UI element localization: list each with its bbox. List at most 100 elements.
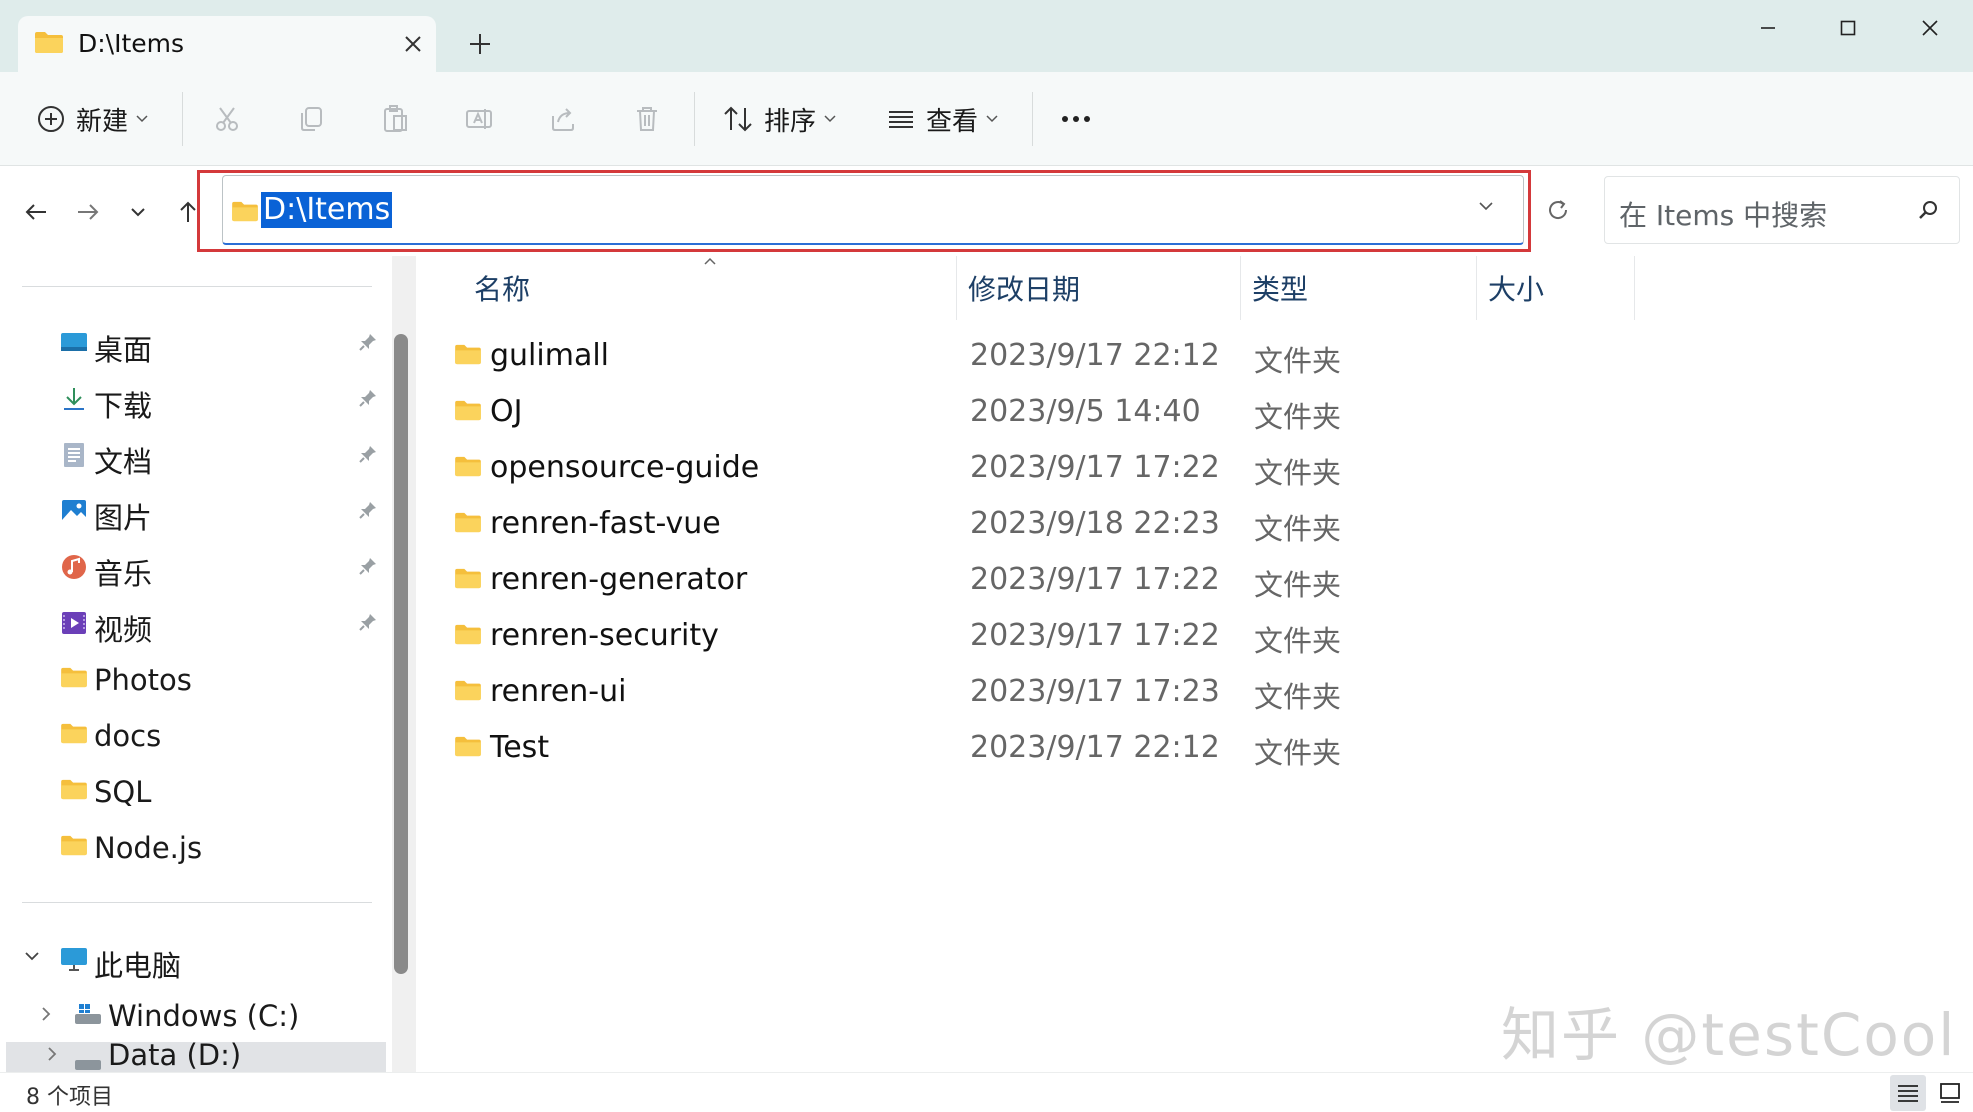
address-bar[interactable]: D:\Items: [222, 175, 1524, 245]
sidebar-item-downloads[interactable]: 下载: [0, 374, 385, 424]
maximize-icon[interactable]: [1818, 10, 1878, 46]
watermark: 知乎 @testCool: [1501, 1001, 1957, 1069]
column-divider[interactable]: [1476, 256, 1477, 320]
videos-icon: [60, 610, 88, 636]
sidebar-item-label: Photos: [94, 663, 192, 697]
file-name: Test: [490, 730, 550, 765]
sidebar-item-nodejs[interactable]: Node.js: [0, 822, 385, 872]
pin-icon[interactable]: [358, 612, 378, 632]
address-row: D:\Items 在 Items 中搜索: [0, 166, 1973, 256]
chevron-down-icon: [824, 115, 836, 123]
table-row[interactable]: Test 2023/9/17 22:12 文件夹: [416, 720, 1616, 776]
navigation-pane: 桌面 下载 文档 图片 音乐 视频 Photos docs SQL Node.j…: [0, 256, 416, 1072]
more-options-button[interactable]: [1060, 96, 1092, 142]
column-header-name[interactable]: 名称: [474, 268, 530, 318]
share-button[interactable]: [548, 96, 578, 142]
new-tab-icon[interactable]: [466, 30, 494, 58]
table-row[interactable]: renren-ui 2023/9/17 17:23 文件夹: [416, 664, 1616, 720]
column-divider[interactable]: [956, 256, 957, 320]
chevron-down-icon[interactable]: [24, 950, 40, 962]
drive-icon: [74, 1002, 102, 1028]
file-modified: 2023/9/17 17:23: [970, 674, 1220, 709]
divider: [22, 286, 372, 287]
sidebar-item-videos[interactable]: 视频: [0, 598, 385, 648]
file-name: gulimall: [490, 338, 610, 373]
sidebar-item-this-pc[interactable]: 此电脑: [0, 934, 385, 984]
chevron-down-icon[interactable]: [1478, 201, 1494, 211]
file-type: 文件夹: [1254, 344, 1342, 378]
column-divider[interactable]: [1240, 256, 1241, 320]
column-header-size[interactable]: 大小: [1488, 268, 1544, 318]
file-name: renren-ui: [490, 674, 627, 709]
table-row[interactable]: OJ 2023/9/5 14:40 文件夹: [416, 384, 1616, 440]
details-view-icon[interactable]: [1890, 1075, 1926, 1111]
chevron-right-icon[interactable]: [46, 1046, 58, 1062]
close-tab-icon[interactable]: [400, 31, 426, 57]
view-label: 查看: [926, 106, 979, 137]
pin-icon[interactable]: [358, 444, 378, 464]
table-row[interactable]: renren-security 2023/9/17 17:22 文件夹: [416, 608, 1616, 664]
folder-icon: [231, 200, 259, 222]
close-window-icon[interactable]: [1900, 10, 1960, 46]
cut-button[interactable]: [212, 96, 242, 142]
file-name: renren-generator: [490, 562, 748, 597]
sidebar-item-photos[interactable]: Photos: [0, 654, 385, 704]
sidebar-item-desktop[interactable]: 桌面: [0, 318, 385, 368]
sidebar-item-pictures[interactable]: 图片: [0, 486, 385, 536]
file-name: OJ: [490, 394, 523, 429]
sidebar-item-drive-d[interactable]: Data (D:): [6, 1038, 386, 1072]
paste-button[interactable]: [380, 96, 410, 142]
column-header-modified[interactable]: 修改日期: [968, 268, 1080, 318]
view-button[interactable]: 查看: [886, 96, 998, 142]
sidebar-item-documents[interactable]: 文档: [0, 430, 385, 480]
sort-icon: [722, 104, 754, 134]
delete-button[interactable]: [632, 96, 662, 142]
new-button[interactable]: 新建: [36, 96, 148, 142]
folder-icon: [34, 30, 64, 54]
file-modified: 2023/9/17 22:12: [970, 338, 1220, 373]
search-icon[interactable]: [1917, 199, 1939, 221]
column-divider[interactable]: [1634, 256, 1635, 320]
chevron-right-icon[interactable]: [40, 1006, 52, 1022]
sidebar-item-label: SQL: [94, 775, 152, 809]
minimize-icon[interactable]: [1738, 10, 1798, 46]
sidebar-scrollbar-thumb[interactable]: [394, 334, 408, 974]
table-row[interactable]: gulimall 2023/9/17 22:12 文件夹: [416, 328, 1616, 384]
tab-items[interactable]: D:\Items: [18, 16, 436, 72]
column-header-type[interactable]: 类型: [1252, 268, 1308, 318]
file-modified: 2023/9/18 22:23: [970, 506, 1220, 541]
pin-icon[interactable]: [358, 500, 378, 520]
sidebar-item-label: Node.js: [94, 831, 203, 865]
forward-arrow-icon[interactable]: [70, 194, 106, 230]
sidebar-item-label: 图片: [94, 501, 153, 535]
refresh-icon[interactable]: [1540, 192, 1576, 228]
search-input[interactable]: 在 Items 中搜索: [1604, 176, 1960, 244]
pin-icon[interactable]: [358, 332, 378, 352]
file-list: 名称 修改日期 类型 大小 gulimall 2023/9/17 22:12 文…: [416, 256, 1973, 1072]
large-icons-view-icon[interactable]: [1932, 1075, 1968, 1111]
rename-button[interactable]: [464, 96, 494, 142]
file-modified: 2023/9/17 17:22: [970, 618, 1220, 653]
folder-icon: [60, 666, 88, 692]
separator: [1032, 92, 1033, 146]
pin-icon[interactable]: [358, 556, 378, 576]
new-label: 新建: [76, 106, 129, 137]
copy-button[interactable]: [296, 96, 326, 142]
command-bar: 新建 排序 查看: [0, 72, 1973, 166]
table-row[interactable]: renren-generator 2023/9/17 17:22 文件夹: [416, 552, 1616, 608]
recent-locations-chevron-icon[interactable]: [120, 194, 156, 230]
table-row[interactable]: opensource-guide 2023/9/17 17:22 文件夹: [416, 440, 1616, 496]
sidebar-item-music[interactable]: 音乐: [0, 542, 385, 592]
search-placeholder: 在 Items 中搜索: [1619, 199, 1828, 232]
sidebar-item-sql[interactable]: SQL: [0, 766, 385, 816]
drive-icon: [74, 1050, 102, 1072]
back-arrow-icon[interactable]: [18, 194, 54, 230]
address-path-text[interactable]: D:\Items: [261, 192, 393, 228]
sidebar-item-drive-c[interactable]: Windows (C:): [0, 990, 385, 1040]
sort-button[interactable]: 排序: [722, 96, 836, 142]
sidebar-item-label: 下载: [94, 389, 153, 423]
sidebar-item-label: 音乐: [94, 557, 153, 591]
sidebar-item-docs[interactable]: docs: [0, 710, 385, 760]
pin-icon[interactable]: [358, 388, 378, 408]
table-row[interactable]: renren-fast-vue 2023/9/18 22:23 文件夹: [416, 496, 1616, 552]
